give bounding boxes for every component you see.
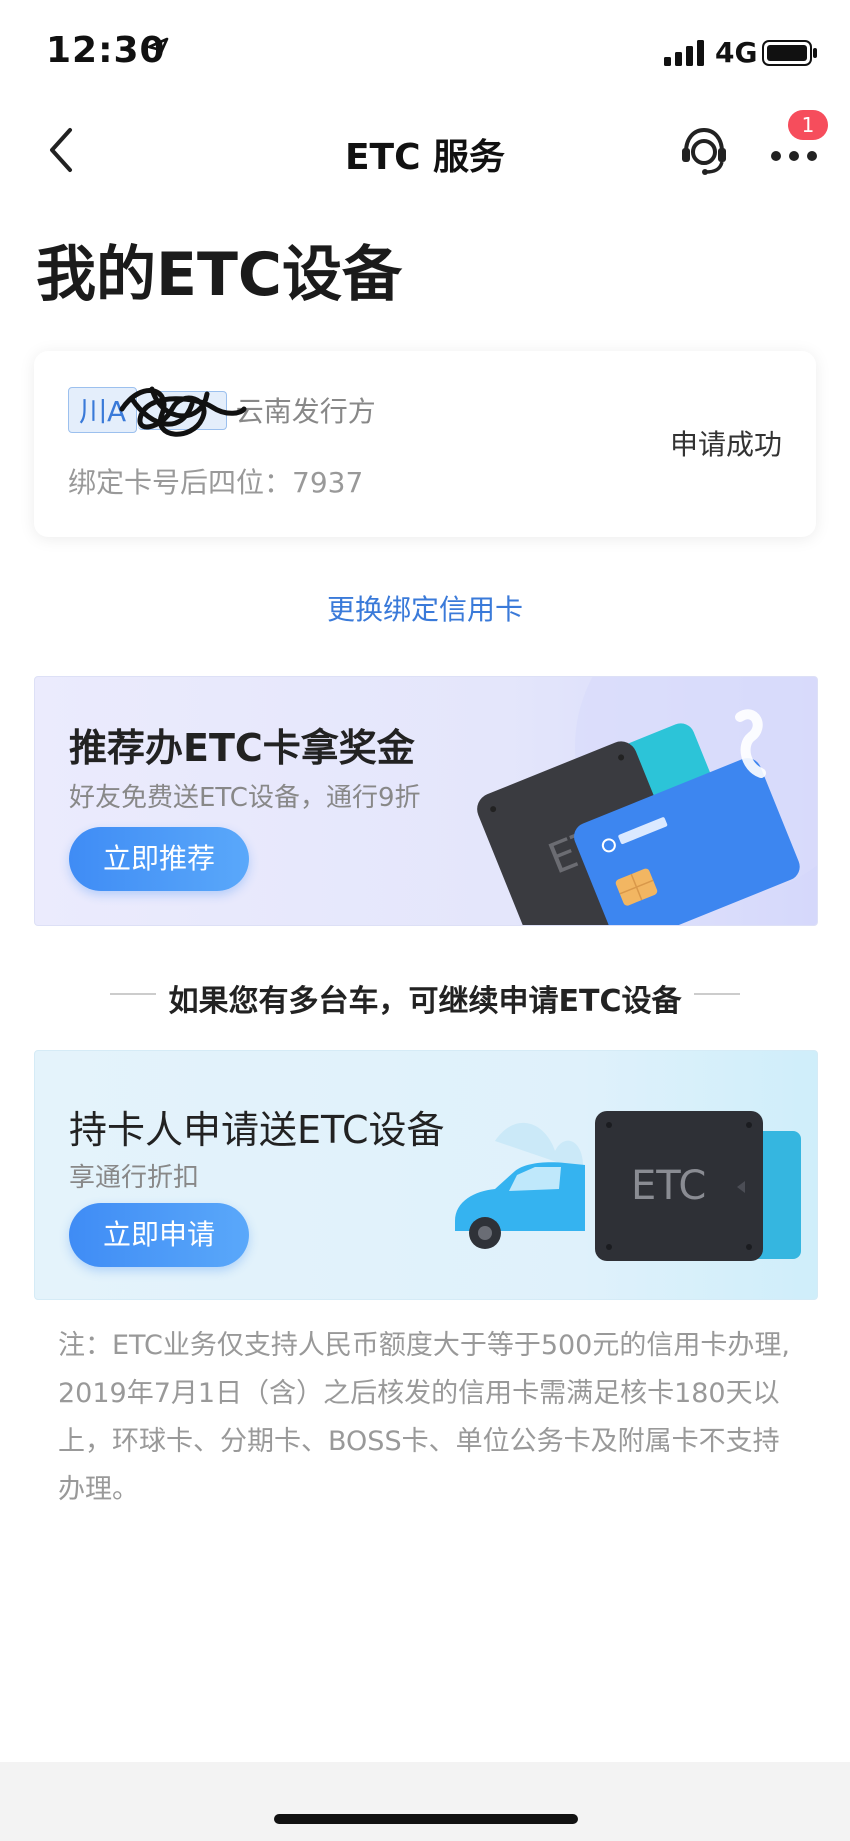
status-label: 申请成功: [669, 428, 782, 461]
apply-title: 持卡人申请送ETC设备: [69, 1108, 445, 1152]
issuer-label: 云南发行方: [235, 395, 376, 428]
redaction-scribble: [119, 386, 247, 437]
change-card-link[interactable]: 更换绑定信用卡: [0, 588, 850, 628]
notification-badge: 1: [788, 110, 828, 140]
page-title: 我的ETC设备: [36, 240, 402, 310]
status-bar: 12:30 4G: [0, 0, 850, 100]
signal-icon: [664, 40, 704, 66]
apply-banner[interactable]: 持卡人申请送ETC设备 享通行折扣 立即申请 ETC: [34, 1050, 818, 1300]
etc-device-label: ETC: [631, 1163, 706, 1209]
location-arrow-icon: [147, 37, 169, 59]
multi-car-title: 如果您有多台车，可继续申请ETC设备: [168, 984, 682, 1019]
referral-subtitle: 好友免费送ETC设备，通行9折: [69, 783, 421, 813]
apply-button[interactable]: 立即申请: [69, 1203, 249, 1267]
etc-card-illustration: ETC: [477, 677, 817, 925]
car-icon: [455, 1162, 585, 1249]
battery-icon: [762, 40, 817, 66]
etc-device-card[interactable]: 川A ━━━━ 云南发行方 绑定卡号后四位：7937 申请成功: [34, 351, 816, 537]
bottom-safe-area: [0, 1762, 850, 1841]
recommend-button[interactable]: 立即推荐: [69, 827, 249, 891]
car-etc-illustration: ETC: [455, 1111, 801, 1261]
apply-subtitle: 享通行折扣: [69, 1163, 200, 1193]
card-last-four: 绑定卡号后四位：7937: [68, 466, 364, 499]
nav-bar: ETC 服务: [0, 100, 850, 200]
referral-banner[interactable]: 推荐办ETC卡拿奖金 好友免费送ETC设备，通行9折 立即推荐 ETC: [34, 676, 818, 926]
eligibility-note: 注：ETC业务仅支持人民币额度大于等于500元的信用卡办理, 2019年7月1日…: [58, 1330, 790, 1505]
home-indicator[interactable]: [274, 1814, 578, 1824]
customer-service-icon[interactable]: [676, 122, 732, 178]
divider-right: [694, 993, 740, 995]
etc-device-dark: ETC: [595, 1111, 763, 1261]
network-type: 4G: [715, 36, 758, 69]
referral-title: 推荐办ETC卡拿奖金: [69, 726, 415, 770]
